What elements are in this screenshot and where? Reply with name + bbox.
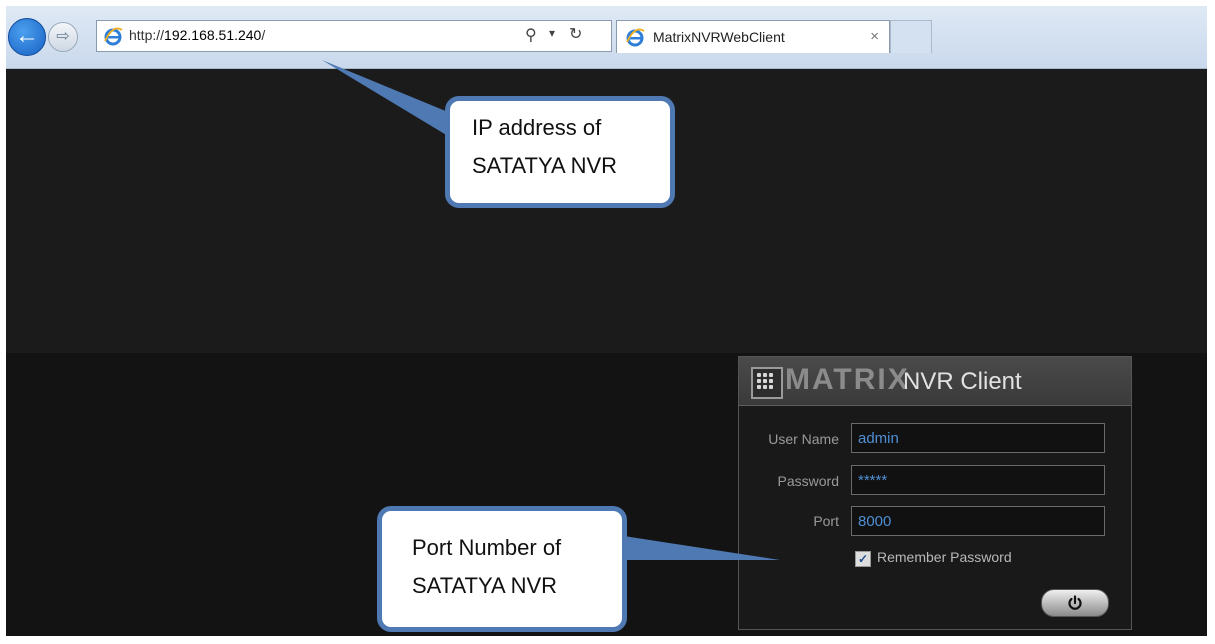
tab-title: MatrixNVRWebClient bbox=[653, 29, 785, 45]
port-label: Port bbox=[813, 513, 839, 529]
url-suffix: / bbox=[261, 27, 266, 43]
password-input[interactable]: ***** bbox=[851, 465, 1105, 495]
close-tab-icon[interactable]: × bbox=[870, 28, 879, 45]
forward-arrow-icon: ⇨ bbox=[56, 28, 70, 45]
back-button[interactable]: ← bbox=[8, 18, 46, 56]
login-panel: MATRIX NVR Client User Name admin Passwo… bbox=[738, 356, 1132, 630]
remember-password-checkbox[interactable]: ✓ bbox=[855, 551, 871, 567]
browser-tab[interactable]: MatrixNVRWebClient × bbox=[616, 20, 890, 53]
matrix-logo-icon bbox=[751, 367, 783, 399]
power-icon bbox=[1068, 595, 1082, 610]
ip-callout-line-1: IP address of bbox=[472, 115, 602, 140]
forward-button[interactable]: ⇨ bbox=[48, 22, 78, 52]
username-label: User Name bbox=[768, 431, 839, 447]
password-label: Password bbox=[777, 473, 839, 489]
port-callout-line-1: Port Number of bbox=[412, 535, 562, 560]
port-number-callout: Port Number of SATATYA NVR bbox=[377, 506, 627, 632]
browser-toolbar: ← ⇨ http://192.168.51.240/ ⚲ ▾ ↻ MatrixN… bbox=[6, 6, 1207, 69]
panel-header: MATRIX NVR Client bbox=[739, 357, 1131, 406]
ip-callout-line-2: SATATYA NVR bbox=[472, 153, 618, 178]
ie-icon bbox=[104, 27, 123, 46]
address-bar[interactable]: http://192.168.51.240/ ⚲ ▾ ↻ bbox=[96, 20, 612, 52]
url-text: http://192.168.51.240/ bbox=[129, 27, 265, 43]
refresh-icon[interactable]: ↻ bbox=[569, 24, 582, 44]
username-input[interactable]: admin bbox=[851, 423, 1105, 453]
search-icon[interactable]: ⚲ bbox=[525, 25, 537, 45]
back-arrow-icon: ← bbox=[15, 22, 39, 49]
ip-address-callout: IP address of SATATYA NVR bbox=[445, 96, 675, 208]
ie-icon bbox=[626, 28, 645, 47]
matrix-logo-text: MATRIX bbox=[785, 363, 910, 396]
url-host: 192.168.51.240 bbox=[164, 27, 262, 43]
port-callout-line-2: SATATYA NVR bbox=[412, 573, 558, 598]
panel-title: NVR Client bbox=[903, 368, 1022, 395]
port-input[interactable]: 8000 bbox=[851, 506, 1105, 536]
login-button[interactable] bbox=[1041, 589, 1109, 617]
remember-password-label: Remember Password bbox=[877, 549, 1012, 565]
dropdown-arrow-icon[interactable]: ▾ bbox=[549, 26, 555, 40]
new-tab-area[interactable] bbox=[890, 20, 932, 53]
url-prefix: http:// bbox=[129, 27, 165, 43]
